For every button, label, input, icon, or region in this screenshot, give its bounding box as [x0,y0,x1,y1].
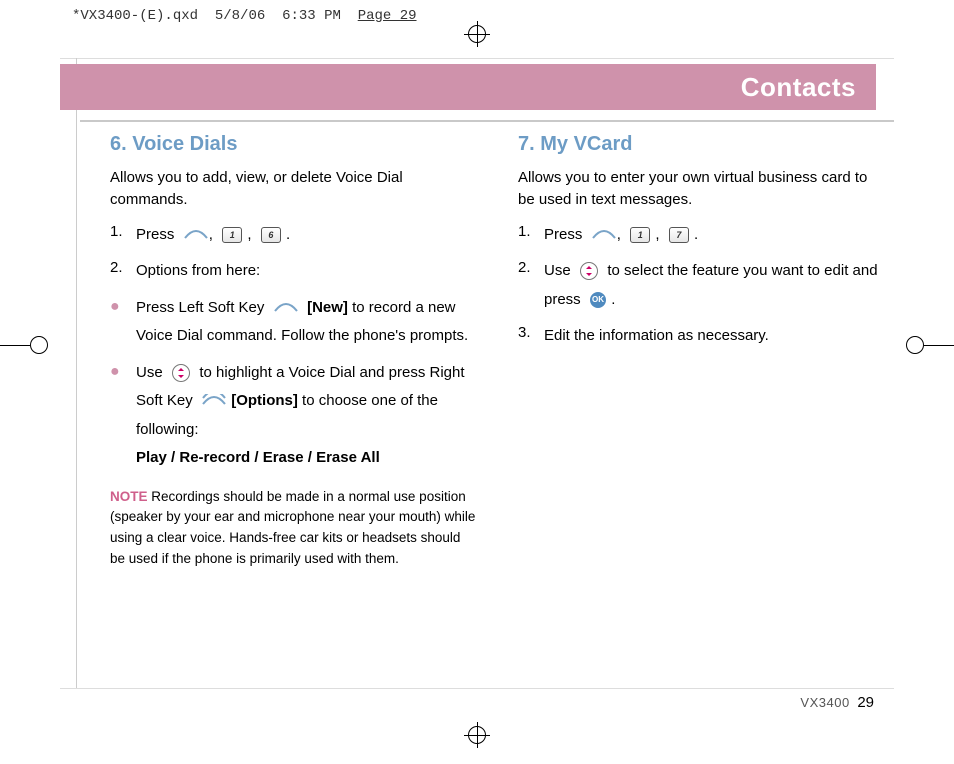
registration-mark-icon [906,336,924,354]
note-block: NOTE Recordings should be made in a norm… [110,487,476,571]
key-6-icon: 6 [261,227,281,243]
nav-key-icon [580,262,598,280]
left-column: 6. Voice Dials Allows you to add, view, … [110,130,476,570]
step-text: Press [544,226,582,243]
footer-page-number: 29 [857,694,874,711]
divider [80,120,894,122]
voice-dials-intro: Allows you to add, view, or delete Voice… [110,167,476,211]
page-frame-left [76,58,77,688]
registration-mark-icon [30,336,48,354]
content-area: 6. Voice Dials Allows you to add, view, … [110,130,884,570]
header-tab-gap [876,64,894,110]
step-2: 2. Options from here: [110,257,476,286]
heading-my-vcard: 7. My VCard [518,130,884,159]
step-2: 2. Use to select the feature you want to… [518,257,884,314]
left-soft-key-icon [184,228,208,242]
page-frame-bottom [60,688,894,689]
ok-key-icon: OK [590,292,606,308]
crop-mark-icon [0,345,30,346]
step-text: Press [136,226,174,243]
bullet-icon: ● [110,359,136,473]
slug-page: Page 29 [358,8,417,24]
heading-voice-dials: 6. Voice Dials [110,130,476,159]
step-3: 3. Edit the information as necessary. [518,322,884,351]
key-1-icon: 1 [222,227,242,243]
key-7-icon: 7 [669,227,689,243]
print-slug: *VX3400-(E).qxd 5/8/06 6:33 PM Page 29 [72,8,417,24]
left-soft-key-icon [274,301,298,315]
page-footer: VX3400 29 [800,694,874,711]
crop-mark-icon [924,345,954,346]
slug-file: *VX3400-(E).qxd [72,8,198,24]
crosshair-icon [477,21,478,47]
section-title: Contacts [741,72,856,103]
key-1-icon: 1 [630,227,650,243]
step-1: 1. Press , 1 , 7 . [518,221,884,250]
crosshair-icon [477,722,478,748]
right-column: 7. My VCard Allows you to enter your own… [518,130,884,570]
step-text: Edit the information as necessary. [544,322,884,351]
footer-model: VX3400 [800,695,849,710]
note-label: NOTE [110,489,148,504]
step-text: Options from here: [136,257,476,286]
page-frame-top [60,58,894,59]
step-1: 1. Press , 1 , 6 . [110,221,476,250]
vcard-intro: Allows you to enter your own virtual bus… [518,167,884,211]
bullet-icon: ● [110,294,136,351]
bullet-options: ● Use to highlight a Voice Dial and pres… [110,359,476,473]
section-header-band: Contacts [60,64,894,110]
slug-time: 6:33 PM [282,8,341,24]
note-body: Recordings should be made in a normal us… [110,489,475,567]
nav-key-icon [172,364,190,382]
right-soft-key-icon [202,394,226,408]
slug-date: 5/8/06 [215,8,265,24]
bullet-new: ● Press Left Soft Key [New] to record a … [110,294,476,351]
left-soft-key-icon [592,228,616,242]
